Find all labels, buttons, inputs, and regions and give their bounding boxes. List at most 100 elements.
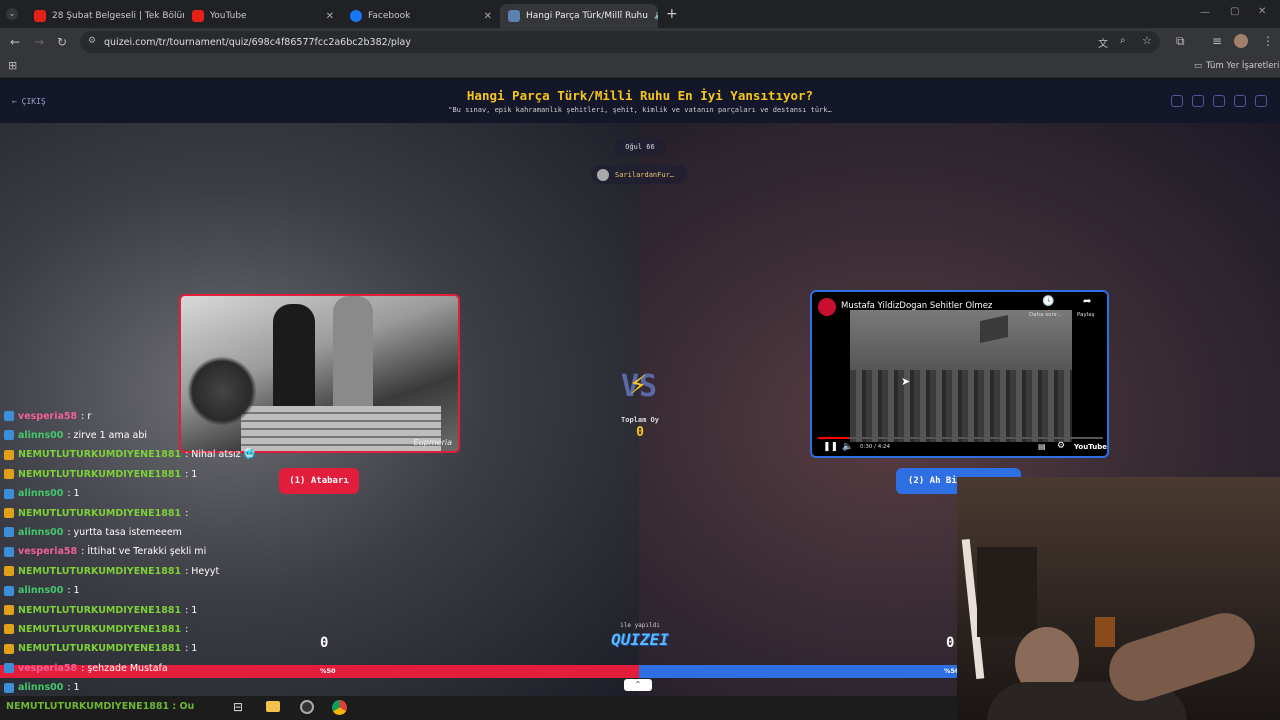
- video-progress-fill: [818, 437, 850, 439]
- channel-avatar[interactable]: [818, 298, 836, 316]
- minimize-icon[interactable]: —: [1200, 7, 1210, 18]
- apps-icon[interactable]: ⊞: [8, 59, 17, 72]
- chat-badge-icon: [4, 508, 14, 518]
- chat-text: : İttihat ve Terakki şekli mi: [81, 546, 207, 558]
- share-icon[interactable]: ➦: [1083, 296, 1091, 307]
- chat-badge-icon: [4, 585, 14, 596]
- quizei-logo[interactable]: QUIZEI: [600, 630, 680, 649]
- eye-icon[interactable]: [1171, 95, 1183, 107]
- avatar[interactable]: [1234, 34, 1248, 48]
- all-bookmarks[interactable]: ▭ Tüm Yer İşaretleri: [1194, 61, 1279, 71]
- mouse-cursor-icon: ➤: [901, 375, 911, 388]
- chat-badge-icon: [4, 411, 14, 421]
- vote-right-label: (2) Ah Bi: [908, 476, 957, 486]
- chat-message: vesperia58: şehzade Mustafa: [4, 659, 168, 677]
- chat-username: alinns00: [18, 488, 64, 500]
- flag-icon[interactable]: [1234, 95, 1246, 107]
- chrome-icon[interactable]: [332, 700, 347, 715]
- author-name: SarilardanFur…: [615, 170, 675, 179]
- obs-icon[interactable]: [300, 700, 314, 714]
- tab-3[interactable]: Facebook ✕: [342, 4, 500, 28]
- chat-badge-icon: [4, 643, 14, 654]
- quiz-header: ← ÇIKIŞ Hangi Parça Türk/Milli Ruhu En İ…: [0, 79, 1280, 123]
- quiz-subtitle: "Bu sınav, epik kahramanlık şehitleri, ş…: [448, 106, 832, 114]
- chat-badge-icon: [4, 469, 14, 480]
- share-label: Paylaş: [1077, 312, 1095, 318]
- site-info-icon[interactable]: ⚙: [88, 36, 96, 46]
- chat-message: vesperia58: İttihat ve Terakki şekli mi: [4, 543, 206, 561]
- chat-username: NEMUTLUTURKUMDIYENE1881: [18, 643, 182, 655]
- captions-icon[interactable]: ▤: [1038, 442, 1046, 451]
- tab-2[interactable]: YouTube ✕: [184, 4, 342, 28]
- webcam-shelf: [977, 547, 1037, 637]
- taskbar: NEMUTLUTURKUMDIYENE1881 : Ou ⊟: [0, 696, 957, 720]
- tab-4-label: Hangi Parça Türk/Millî Ruhu: [526, 11, 648, 21]
- volume-icon[interactable]: 🔈: [842, 442, 853, 452]
- taskbar-chat-text: NEMUTLUTURKUMDIYENE1881 : Ou: [6, 701, 195, 712]
- url-field[interactable]: ⚙ quizei.com/tr/tournament/quiz/698c4f86…: [80, 31, 1160, 53]
- chat-message: vesperia58: r: [4, 411, 91, 425]
- chat-username: NEMUTLUTURKUMDIYENE1881: [18, 604, 182, 616]
- tab-1[interactable]: 28 Şubat Belgeseli | Tek Bölüm ✕: [26, 4, 184, 28]
- right-score: 0: [946, 635, 955, 651]
- chat-text: :: [185, 623, 189, 635]
- chat-badge-icon: [4, 624, 14, 635]
- settings-icon[interactable]: ⚙: [1057, 441, 1065, 451]
- chat-text: : şehzade Mustafa: [81, 662, 168, 674]
- tab-4[interactable]: Hangi Parça Türk/Millî Ruhu 🔊 ✕: [500, 4, 658, 28]
- chat-text: : 1: [185, 604, 198, 616]
- tab-search-icon[interactable]: ⌄: [6, 8, 18, 20]
- chat-message: NEMUTLUTURKUMDIYENE1881: 1: [4, 640, 197, 658]
- close-icon[interactable]: ✕: [326, 11, 334, 22]
- reload-icon[interactable]: ↻: [57, 35, 67, 49]
- chat-text: : yurtta tasa istemeeem: [67, 526, 182, 538]
- vs-lightning-icon: VS ⚡: [620, 367, 658, 404]
- chat-message: alinns00: zirve 1 ama abi: [4, 426, 147, 444]
- chat-message: NEMUTLUTURKUMDIYENE1881: 1: [4, 465, 197, 483]
- video-title[interactable]: Mustafa YildizDogan Sehitler Olmez: [841, 301, 992, 311]
- chat-text: : zirve 1 ama abi: [67, 429, 148, 441]
- chat-message: NEMUTLUTURKUMDIYENE1881:: [4, 620, 188, 638]
- link-icon[interactable]: [1192, 95, 1204, 107]
- window-close-icon[interactable]: ✕: [1258, 6, 1266, 17]
- chat-text: : r: [81, 411, 92, 422]
- close-icon[interactable]: ✕: [484, 11, 492, 22]
- round-label: Oğul 66: [625, 142, 655, 151]
- right-option-card[interactable]: Mustafa YildizDogan Sehitler Olmez 🕓 Dah…: [810, 290, 1109, 458]
- translate-icon[interactable]: 文: [1098, 35, 1108, 50]
- chat-badge-icon: [4, 546, 14, 557]
- bookmark-star-icon[interactable]: ☆: [1142, 34, 1152, 47]
- chat-badge-icon: [4, 605, 14, 615]
- extensions-icon[interactable]: ⧉: [1176, 34, 1185, 49]
- chat-badge-icon: [4, 430, 14, 441]
- author-badge[interactable]: SarilardanFur…: [591, 165, 687, 184]
- chat-message: NEMUTLUTURKUMDIYENE1881: 1: [4, 601, 197, 619]
- menu-icon[interactable]: ⋮: [1262, 34, 1274, 48]
- webcam-overlay: [957, 477, 1280, 720]
- fullscreen-icon[interactable]: [1255, 95, 1267, 107]
- chat-badge-icon: [4, 527, 14, 538]
- media-icon[interactable]: ≡: [1212, 34, 1222, 48]
- pause-icon[interactable]: ❚❚: [823, 442, 838, 452]
- file-explorer-icon[interactable]: [266, 701, 280, 712]
- back-icon[interactable]: ←: [10, 35, 20, 49]
- zoom-icon[interactable]: ⌕: [1120, 35, 1126, 46]
- total-votes-count: 0: [636, 425, 644, 440]
- send-icon[interactable]: [1213, 95, 1225, 107]
- maximize-icon[interactable]: ▢: [1230, 6, 1239, 17]
- chat-badge-icon: [4, 682, 14, 693]
- forward-icon[interactable]: →: [34, 35, 44, 49]
- task-view-icon[interactable]: ⊟: [233, 700, 243, 714]
- video-progress-track[interactable]: [818, 437, 1103, 439]
- scroll-up-icon[interactable]: ⌃: [624, 679, 652, 691]
- youtube-logo[interactable]: YouTube: [1074, 443, 1107, 451]
- folder-icon: ▭: [1194, 61, 1203, 71]
- all-bookmarks-label: Tüm Yer İşaretleri: [1206, 61, 1280, 71]
- chat-username: NEMUTLUTURKUMDIYENE1881: [18, 468, 182, 480]
- video-soldiers: [850, 370, 1072, 442]
- url-text: quizei.com/tr/tournament/quiz/698c4f8657…: [104, 36, 412, 48]
- watch-later-icon[interactable]: 🕓: [1042, 296, 1054, 307]
- new-tab-icon[interactable]: +: [666, 6, 678, 22]
- chat-text: : 1: [67, 682, 80, 694]
- chat-text: : 1: [185, 643, 198, 655]
